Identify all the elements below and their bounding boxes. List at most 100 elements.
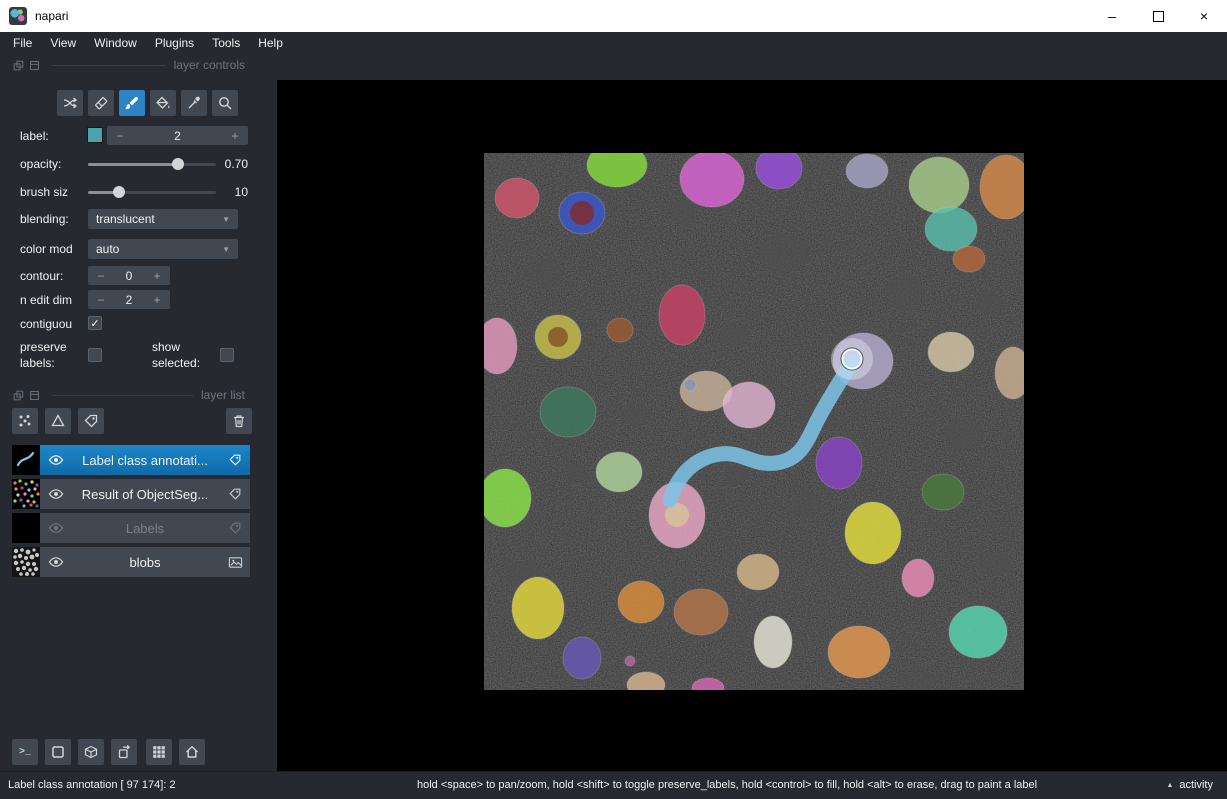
n-edit-dim-decrement-button[interactable]: − xyxy=(88,293,114,307)
color-mode-value: auto xyxy=(96,242,120,256)
console-icon: >_ xyxy=(18,746,31,758)
brush-size-slider-handle[interactable] xyxy=(112,186,125,198)
opacity-row-label: opacity: xyxy=(20,157,62,171)
trash-icon xyxy=(234,415,244,428)
chevron-down-icon: ▼ xyxy=(222,244,230,254)
contour-increment-button[interactable]: + xyxy=(144,269,170,283)
label-decrement-button[interactable]: − xyxy=(107,129,133,143)
new-points-layer-button[interactable] xyxy=(12,408,38,434)
zoom-pan-button[interactable] xyxy=(212,90,238,116)
pick-color-button[interactable] xyxy=(181,90,207,116)
brush-size-slider[interactable] xyxy=(88,185,216,199)
n-edit-dim-increment-button[interactable]: + xyxy=(144,293,170,307)
viewer-canvas[interactable] xyxy=(277,80,1227,772)
contiguous-checkbox[interactable]: ✓ xyxy=(88,316,102,330)
console-button[interactable]: >_ xyxy=(12,739,38,765)
paint-button[interactable] xyxy=(119,90,145,116)
cube-icon xyxy=(84,745,98,759)
label-increment-button[interactable]: + xyxy=(222,129,248,143)
tag-icon xyxy=(84,414,98,428)
menu-help[interactable]: Help xyxy=(249,34,292,52)
roll-dims-icon xyxy=(118,744,131,759)
shapes-icon xyxy=(51,414,65,427)
show-selected-checkbox[interactable] xyxy=(220,348,234,362)
blending-value: translucent xyxy=(96,212,155,226)
layer-row-label-class-annotation[interactable]: Label class annotati... xyxy=(12,445,250,475)
left-dock: layer controls label: − 2 + opacity: 0.7… xyxy=(0,54,277,772)
image-layer-icon xyxy=(228,555,243,570)
dock-menu-icon[interactable] xyxy=(28,59,40,71)
layer-name: blobs xyxy=(129,554,161,570)
contour-decrement-button[interactable]: − xyxy=(88,269,114,283)
napari-window: napari – × File View Window Plugins Tool… xyxy=(0,0,1227,799)
minimize-button[interactable]: – xyxy=(1089,0,1135,32)
menu-view[interactable]: View xyxy=(41,34,85,52)
home-button[interactable] xyxy=(179,739,205,765)
delete-layer-button[interactable] xyxy=(226,408,252,434)
shuffle-colors-button[interactable] xyxy=(57,90,83,116)
menu-plugins[interactable]: Plugins xyxy=(146,34,203,52)
eraser-icon xyxy=(95,97,108,110)
grid-view-button[interactable] xyxy=(78,739,104,765)
layer-row-labels[interactable]: Labels xyxy=(12,513,250,543)
status-coordinates: Label class annotation [ 97 174]: 2 xyxy=(8,779,176,791)
layer-thumbnail xyxy=(12,547,40,577)
blending-row-label: blending: xyxy=(20,212,69,226)
erase-button[interactable] xyxy=(88,90,114,116)
points-icon xyxy=(19,415,31,427)
maximize-icon xyxy=(1152,10,1164,22)
preserve-labels-checkbox[interactable] xyxy=(88,348,102,362)
activity-button[interactable]: ▲ activity xyxy=(1166,779,1213,791)
dock-menu-icon[interactable] xyxy=(28,389,40,401)
home-icon xyxy=(186,745,198,758)
activity-label: activity xyxy=(1179,779,1213,791)
shuffle-icon xyxy=(63,97,78,109)
blobs-image xyxy=(476,142,1033,699)
blending-dropdown[interactable]: translucent ▼ xyxy=(88,209,238,229)
menu-window[interactable]: Window xyxy=(85,34,146,52)
layer-row-result-objectseg[interactable]: Result of ObjectSeg... xyxy=(12,479,250,509)
grid-icon xyxy=(153,746,165,758)
close-button[interactable]: × xyxy=(1181,0,1227,32)
opacity-slider[interactable] xyxy=(88,157,216,171)
brush-size-value: 10 xyxy=(234,185,248,199)
square-2d-icon xyxy=(52,746,64,758)
color-picker-icon xyxy=(188,96,200,109)
image-layer-view xyxy=(476,142,1033,699)
label-value: 2 xyxy=(174,128,181,143)
n-edit-dim-spinbox: − 2 + xyxy=(88,290,170,309)
panel-header-divider xyxy=(52,394,193,396)
menu-tools[interactable]: Tools xyxy=(203,34,249,52)
layer-list-title: layer list xyxy=(200,388,245,402)
layer-name: Result of ObjectSeg... xyxy=(81,486,209,502)
label-row-label: label: xyxy=(20,129,49,143)
fill-bucket-icon xyxy=(156,96,170,109)
opacity-slider-handle[interactable] xyxy=(171,158,184,170)
show-selected-label: show selected: xyxy=(152,340,201,370)
paintbrush-icon xyxy=(125,96,139,110)
color-mode-row-label: color mod xyxy=(20,242,73,256)
minimize-icon: – xyxy=(1108,8,1116,24)
new-shapes-layer-button[interactable] xyxy=(45,408,71,434)
chevron-up-icon: ▲ xyxy=(1166,781,1174,789)
grid-mode-button[interactable] xyxy=(146,739,172,765)
check-icon: ✓ xyxy=(90,317,100,330)
contour-row-label: contour: xyxy=(20,269,64,283)
dock-float-icon[interactable] xyxy=(12,389,24,401)
dock-float-icon[interactable] xyxy=(12,59,24,71)
contiguous-row-label: contiguou xyxy=(20,317,73,331)
ndisplay-toggle-button[interactable] xyxy=(45,739,71,765)
maximize-button[interactable] xyxy=(1135,0,1181,32)
color-mode-dropdown[interactable]: auto ▼ xyxy=(88,239,238,259)
menu-file[interactable]: File xyxy=(4,34,41,52)
layer-row-blobs[interactable]: blobs xyxy=(12,547,250,577)
layer-thumbnail xyxy=(12,445,40,475)
new-labels-layer-button[interactable] xyxy=(78,408,104,434)
transpose-dims-button[interactable] xyxy=(111,739,137,765)
label-color-swatch[interactable] xyxy=(87,127,103,143)
contour-value: 0 xyxy=(125,268,133,283)
labels-layer-icon xyxy=(228,487,243,502)
fill-button[interactable] xyxy=(150,90,176,116)
contour-spinbox: − 0 + xyxy=(88,266,170,285)
magnifier-icon xyxy=(219,97,232,110)
